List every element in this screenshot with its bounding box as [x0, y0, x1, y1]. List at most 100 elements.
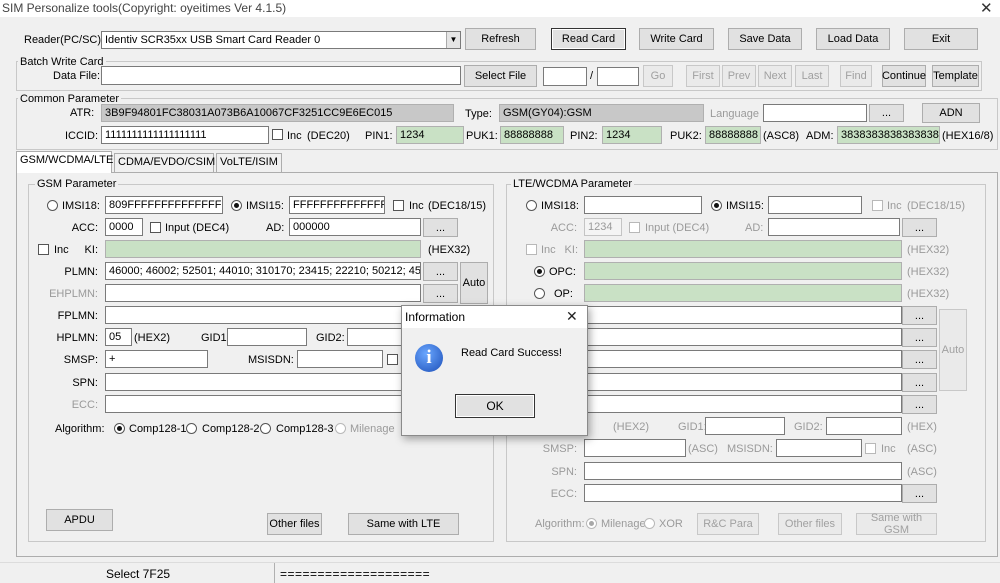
lte-extra-input[interactable]	[584, 395, 902, 413]
close-icon[interactable]: ✕	[980, 0, 993, 17]
lte-acc-input[interactable]: 1234	[584, 218, 622, 236]
continue-button[interactable]: Continue	[882, 65, 926, 87]
lte-ad-more-button[interactable]: ...	[902, 218, 937, 237]
gsm-other-files-button[interactable]: Other files	[267, 513, 322, 535]
lte-ehplmn-input[interactable]	[584, 328, 902, 346]
first-button[interactable]: First	[686, 65, 720, 87]
tab-volte-isim[interactable]: VoLTE/ISIM	[216, 153, 282, 172]
lte-imsi15-radio[interactable]	[711, 200, 722, 211]
puk1-field[interactable]: 88888888	[500, 126, 564, 144]
data-file-input[interactable]	[101, 66, 461, 85]
same-with-lte-button[interactable]: Same with LTE	[348, 513, 459, 535]
lte-xor-radio[interactable]	[644, 518, 655, 529]
gsm-ehplmn-more-button[interactable]: ...	[423, 284, 458, 303]
gsm-plmn-input[interactable]: 46000; 46002; 52501; 44010; 310170; 2341…	[105, 262, 421, 280]
puk2-field[interactable]: 88888888	[705, 126, 761, 144]
lte-gid1-input[interactable]	[705, 417, 785, 435]
lte-imsi18-radio[interactable]	[526, 200, 537, 211]
dialog-close-icon[interactable]: ✕	[566, 308, 578, 325]
gsm-imsi15-radio[interactable]	[231, 200, 242, 211]
find-button[interactable]: Find	[840, 65, 872, 87]
gsm-ad-more-button[interactable]: ...	[423, 218, 458, 237]
next-button[interactable]: Next	[758, 65, 792, 87]
gsm-msisdn-checkbox[interactable]	[387, 354, 398, 365]
adm-field[interactable]: 3838383838383838	[837, 126, 940, 144]
read-card-button[interactable]: Read Card	[551, 28, 626, 50]
lte-extra-more-button[interactable]: ...	[902, 395, 937, 414]
lte-other-files-button[interactable]: Other files	[778, 513, 842, 535]
gsm-gid2-input[interactable]	[347, 328, 403, 346]
adn-button[interactable]: ADN	[922, 103, 980, 123]
gsm-comp128-1-radio[interactable]	[114, 423, 125, 434]
gsm-hplmn-input[interactable]: 05	[105, 328, 132, 346]
rc-para-button[interactable]: R&C Para	[697, 513, 759, 535]
reader-select[interactable]: Identiv SCR35xx USB Smart Card Reader 0	[101, 31, 461, 49]
exit-button[interactable]: Exit	[904, 28, 978, 50]
lte-ki-inc-checkbox[interactable]	[526, 244, 537, 255]
lte-hplmn-input[interactable]	[584, 373, 902, 391]
lte-ecc-input[interactable]	[584, 484, 902, 502]
lte-op-field[interactable]	[584, 284, 902, 302]
atr-field[interactable]: 3B9F94801FC38031A073B6A10067CF3251CC9E6E…	[101, 104, 454, 122]
lte-input-dec4-checkbox[interactable]	[629, 222, 640, 233]
go-button[interactable]: Go	[643, 65, 673, 87]
gsm-fplmn-input[interactable]	[105, 306, 405, 324]
last-button[interactable]: Last	[795, 65, 829, 87]
lte-op-radio[interactable]	[534, 288, 545, 299]
lte-ecc-more-button[interactable]: ...	[902, 484, 937, 503]
gsm-imsi18-input[interactable]: 809FFFFFFFFFFFFFFF	[105, 196, 223, 214]
lte-imsi15-input[interactable]	[768, 196, 862, 214]
gsm-milenage-radio[interactable]	[335, 423, 346, 434]
tab-cdma-evdo-csim[interactable]: CDMA/EVDO/CSIM	[114, 153, 215, 172]
gsm-ecc-input[interactable]	[105, 395, 405, 413]
lte-ki-field[interactable]	[584, 240, 902, 258]
prev-button[interactable]: Prev	[722, 65, 756, 87]
write-card-button[interactable]: Write Card	[639, 28, 714, 50]
refresh-button[interactable]: Refresh	[465, 28, 536, 50]
lte-msisdn-inc-checkbox[interactable]	[865, 443, 876, 454]
gsm-smsp-input[interactable]: +	[105, 350, 208, 368]
template-button[interactable]: Template	[932, 65, 979, 87]
language-more-button[interactable]: ...	[869, 104, 904, 122]
gsm-imsi15-input[interactable]: FFFFFFFFFFFFFFF	[289, 196, 385, 214]
lte-msisdn-input[interactable]	[776, 439, 862, 457]
lte-imsi18-input[interactable]	[584, 196, 702, 214]
gsm-comp128-3-radio[interactable]	[260, 423, 271, 434]
iccid-inc-checkbox[interactable]	[272, 129, 283, 140]
lte-imsi-inc-checkbox[interactable]	[872, 200, 883, 211]
type-field[interactable]: GSM(GY04):GSM	[499, 104, 704, 122]
gsm-ehplmn-input[interactable]	[105, 284, 421, 302]
gsm-ad-input[interactable]: 000000	[289, 218, 421, 236]
pin1-field[interactable]: 1234	[396, 126, 464, 144]
lte-plmn-input[interactable]	[584, 306, 902, 324]
chevron-down-icon[interactable]: ▼	[446, 32, 460, 48]
lte-opc-radio[interactable]	[534, 266, 545, 277]
pin2-field[interactable]: 1234	[602, 126, 662, 144]
batch-from-input[interactable]	[543, 67, 587, 86]
lte-gid2-input[interactable]	[826, 417, 902, 435]
lte-fplmn-more-button[interactable]: ...	[902, 350, 937, 369]
apdu-button[interactable]: APDU	[46, 509, 113, 531]
lte-fplmn-input[interactable]	[584, 350, 902, 368]
ok-button[interactable]: OK	[455, 394, 535, 418]
lte-smsp-input[interactable]	[584, 439, 686, 457]
lte-hplmn-more-button[interactable]: ...	[902, 373, 937, 392]
tab-gsm-wcdma-lte[interactable]: GSM/WCDMA/LTE	[16, 151, 113, 173]
gsm-imsi-inc-checkbox[interactable]	[393, 200, 404, 211]
save-data-button[interactable]: Save Data	[728, 28, 802, 50]
gsm-comp128-2-radio[interactable]	[186, 423, 197, 434]
language-input[interactable]	[763, 104, 867, 122]
same-with-gsm-button[interactable]: Same with GSM	[856, 512, 937, 536]
gsm-spn-input[interactable]	[105, 373, 405, 391]
gsm-msisdn-input[interactable]	[297, 350, 383, 368]
gsm-input-dec4-checkbox[interactable]	[150, 222, 161, 233]
lte-auto-button[interactable]: Auto	[939, 309, 967, 391]
gsm-auto-button[interactable]: Auto	[460, 262, 488, 304]
select-file-button[interactable]: Select File	[464, 65, 537, 87]
lte-opc-field[interactable]	[584, 262, 902, 280]
gsm-acc-input[interactable]: 0000	[105, 218, 143, 236]
gsm-imsi18-radio[interactable]	[47, 200, 58, 211]
lte-ad-input[interactable]	[768, 218, 900, 236]
batch-to-input[interactable]	[597, 67, 639, 86]
gsm-ki-field[interactable]	[105, 240, 421, 258]
